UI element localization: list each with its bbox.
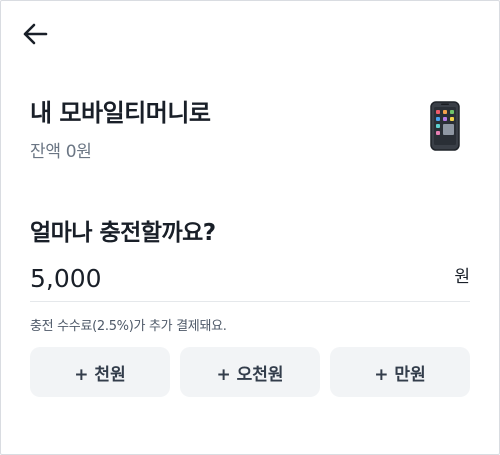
fee-note: 충전 수수료(2.5%)가 추가 결제돼요. bbox=[30, 319, 227, 334]
arrow-left-icon bbox=[23, 23, 48, 45]
add-10000-button[interactable]: + 만원 bbox=[330, 347, 470, 397]
add-5000-button[interactable]: + 오천원 bbox=[180, 347, 320, 397]
wallet-title: 내 모바일티머니로 bbox=[30, 99, 211, 127]
wallet-balance: 잔액 0원 bbox=[30, 142, 92, 162]
currency-unit: 원 bbox=[454, 267, 470, 287]
amount-field: 원 bbox=[30, 258, 470, 302]
smartphone-icon bbox=[430, 101, 460, 151]
charge-question: 얼마나 충전할까요? bbox=[30, 220, 216, 246]
back-button[interactable] bbox=[20, 20, 50, 48]
add-1000-button[interactable]: + 천원 bbox=[30, 347, 170, 397]
amount-input[interactable] bbox=[30, 260, 410, 296]
